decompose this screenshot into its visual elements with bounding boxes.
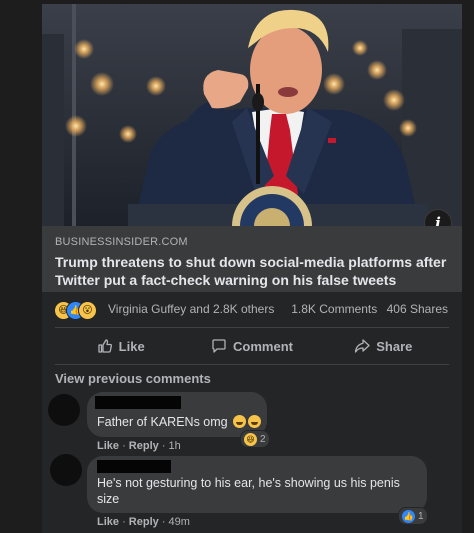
redacted-name bbox=[95, 396, 181, 409]
comment-like-link[interactable]: Like bbox=[97, 516, 119, 528]
comment-time[interactable]: 49m bbox=[169, 516, 190, 528]
view-previous-comments[interactable]: View previous comments bbox=[55, 371, 211, 386]
post-actions: Like Comment Share bbox=[55, 331, 449, 361]
comment-label: Comment bbox=[233, 338, 293, 354]
post-card: i BUSINESSINSIDER.COM Trump threatens to… bbox=[42, 4, 462, 533]
comment-reactions[interactable]: 😆 2 bbox=[240, 430, 270, 448]
comment-reaction-count: 1 bbox=[418, 510, 424, 522]
avatar[interactable] bbox=[50, 454, 82, 486]
divider bbox=[55, 364, 449, 365]
comment-meta: Like · Reply · 49m bbox=[97, 516, 190, 528]
haha-reaction-icon: 😆 bbox=[244, 432, 257, 446]
share-label: Share bbox=[376, 338, 413, 354]
reactions-row: 😆 👍 😮 Virginia Guffey and 2.8K others 1.… bbox=[42, 296, 462, 324]
comment-bubble: Father of KARENs omg bbox=[87, 392, 267, 437]
reactions-summary[interactable]: Virginia Guffey and 2.8K others bbox=[108, 302, 274, 316]
comment-like-link[interactable]: Like bbox=[97, 440, 119, 452]
link-source: BUSINESSINSIDER.COM bbox=[55, 236, 188, 248]
like-reaction-icon: 👍 bbox=[402, 509, 415, 523]
comment-text-content: Father of KARENs omg bbox=[97, 415, 228, 429]
article-image[interactable] bbox=[42, 4, 462, 226]
comment-button[interactable]: Comment bbox=[186, 331, 317, 361]
avatar[interactable] bbox=[48, 394, 80, 426]
grinning-emoji-icon bbox=[233, 415, 247, 428]
divider bbox=[55, 327, 449, 328]
comment-text: Father of KARENs omg bbox=[97, 414, 262, 430]
comment-time[interactable]: 1h bbox=[169, 440, 181, 452]
comment-reactions[interactable]: 👍 1 bbox=[398, 507, 428, 525]
share-icon bbox=[355, 339, 370, 353]
comments-count[interactable]: 1.8K Comments bbox=[291, 302, 377, 316]
share-button[interactable]: Share bbox=[318, 331, 449, 361]
thumbs-up-icon bbox=[98, 339, 112, 353]
comment-reply-link[interactable]: Reply bbox=[129, 516, 159, 528]
wow-reaction-icon: 😮 bbox=[78, 301, 97, 320]
comment-bubble: He's not gesturing to his ear, he's show… bbox=[87, 456, 427, 513]
comment-text: He's not gesturing to his ear, he's show… bbox=[97, 476, 400, 506]
redacted-name bbox=[97, 460, 171, 473]
link-preview[interactable]: BUSINESSINSIDER.COM Trump threatens to s… bbox=[42, 226, 462, 292]
comment-reply-link[interactable]: Reply bbox=[129, 440, 159, 452]
comment-icon bbox=[212, 339, 226, 353]
like-label: Like bbox=[118, 338, 145, 354]
article-photo-illustration bbox=[42, 4, 462, 226]
shares-count[interactable]: 406 Shares bbox=[387, 302, 448, 316]
engagement-counts: 1.8K Comments 406 Shares bbox=[291, 302, 448, 316]
comment-reaction-count: 2 bbox=[260, 433, 266, 445]
comment-meta: Like · Reply · 1h bbox=[97, 440, 181, 452]
grinning-emoji-icon bbox=[248, 415, 262, 428]
link-headline[interactable]: Trump threatens to shut down social-medi… bbox=[55, 253, 455, 289]
like-button[interactable]: Like bbox=[55, 331, 186, 361]
